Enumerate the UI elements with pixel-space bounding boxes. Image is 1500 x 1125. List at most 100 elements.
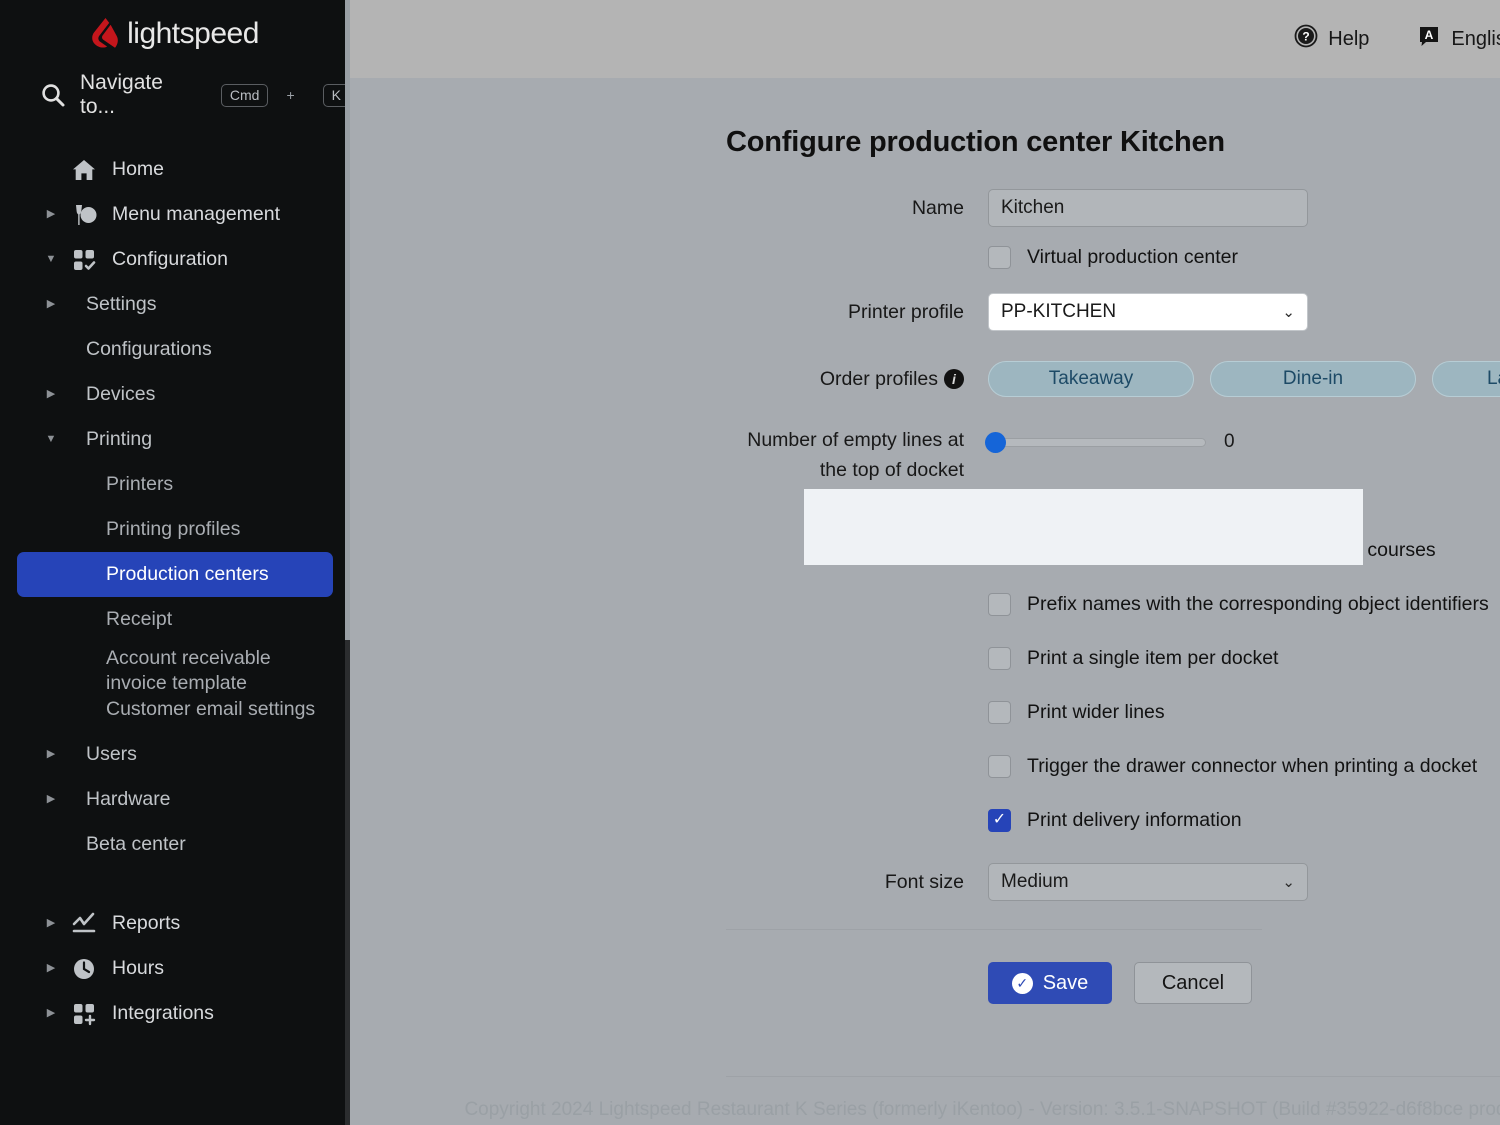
chevron-right-icon[interactable]: ▶ (38, 389, 64, 400)
empty-lines-value: 0 (1224, 431, 1235, 453)
font-size-label: Font size (733, 871, 988, 894)
drawer-connector-checkbox[interactable] (988, 755, 1011, 778)
translate-icon: A (1417, 24, 1441, 54)
printer-profile-select[interactable]: PP-KITCHEN ⌄ (988, 293, 1308, 331)
home-icon (70, 156, 98, 184)
sidebar-item-reports[interactable]: ▶ Reports (0, 901, 350, 946)
order-profiles-label: Order profiles i (733, 368, 988, 391)
sidebar-item-printing[interactable]: ▼ Printing (0, 417, 350, 462)
sidebar-item-devices[interactable]: ▶ Devices (0, 372, 350, 417)
delivery-information-label: Print delivery information (1027, 809, 1242, 832)
sidebar-item-users[interactable]: ▶ Users (0, 732, 350, 777)
wider-lines-checkbox[interactable] (988, 701, 1011, 724)
sidebar-item-label: Devices (86, 383, 155, 406)
cancel-button[interactable]: Cancel (1134, 962, 1252, 1004)
order-profiles-pills: Takeaway Dine-in Large party (988, 361, 1500, 397)
docket-options-group: ✓ Organize the content of the docket int… (350, 523, 1500, 847)
sidebar-item-hours[interactable]: ▶ Hours (0, 946, 350, 991)
chevron-right-icon[interactable]: ▶ (38, 1008, 64, 1019)
reports-icon (70, 910, 98, 938)
delivery-information-checkbox[interactable]: ✓ (988, 809, 1011, 832)
order-profile-pill-dine-in[interactable]: Dine-in (1210, 361, 1416, 397)
empty-lines-slider[interactable] (988, 438, 1206, 447)
navigate-to-search[interactable]: Navigate to... Cmd + K (0, 57, 350, 133)
sidebar-item-customer-email-settings[interactable]: Customer email settings (0, 687, 350, 732)
integrations-icon (70, 1000, 98, 1028)
sidebar-nav: ▶ Home ▶ Menu management ▼ (0, 147, 350, 1036)
empty-lines-label-line2: the top of docket (733, 455, 964, 485)
sidebar-item-hardware[interactable]: ▶ Hardware (0, 777, 350, 822)
chevron-right-icon[interactable]: ▶ (38, 209, 64, 220)
chevron-right-icon[interactable]: ▶ (38, 963, 64, 974)
chevron-down-icon[interactable]: ▼ (38, 254, 64, 265)
printer-profile-row: Printer profile PP-KITCHEN ⌄ (350, 293, 1500, 331)
font-size-row: Font size Medium ⌄ (350, 863, 1500, 901)
sidebar-item-label: Hardware (86, 788, 171, 811)
sidebar-item-label: Receipt (106, 608, 172, 631)
checkbox-row-drawer-connector[interactable]: Trigger the drawer connector when printi… (988, 739, 1500, 793)
sidebar-item-receipt[interactable]: Receipt (0, 597, 350, 642)
sidebar-item-label: Customer email settings (106, 698, 315, 721)
checkbox-row-wider-lines[interactable]: Print wider lines (988, 685, 1500, 739)
virtual-production-center-checkbox[interactable] (988, 246, 1011, 269)
sidebar-item-account-receivable-invoice-template[interactable]: Account receivable invoice template (0, 642, 350, 687)
search-icon (40, 82, 66, 108)
sidebar-item-label: Beta center (86, 833, 186, 856)
brand-name: lightspeed (127, 19, 259, 49)
sidebar-item-label: Printing profiles (106, 518, 240, 541)
topbar: ? Help A English (350, 0, 1500, 78)
empty-lines-slider-thumb[interactable] (985, 432, 1006, 453)
chevron-right-icon[interactable]: ▶ (38, 794, 64, 805)
main-area: ? Help A English Configure production ce… (350, 0, 1500, 1125)
chevron-right-icon[interactable]: ▶ (38, 299, 64, 310)
sidebar-item-printers[interactable]: Printers (0, 462, 350, 507)
save-button[interactable]: ✓ Save (988, 962, 1112, 1004)
info-icon[interactable]: i (944, 369, 964, 389)
svg-text:?: ? (1303, 30, 1310, 44)
printer-profile-highlight (804, 489, 1363, 565)
name-label: Name (733, 197, 988, 220)
sidebar-item-label: Printers (106, 473, 173, 496)
page-title: Configure production center Kitchen (726, 126, 1500, 159)
form-divider (726, 929, 1262, 930)
brand-logo[interactable]: lightspeed (0, 0, 350, 57)
svg-text:A: A (1425, 28, 1434, 42)
help-button[interactable]: ? Help (1294, 24, 1369, 54)
wider-lines-label: Print wider lines (1027, 701, 1165, 724)
sidebar-item-integrations[interactable]: ▶ Integrations (0, 991, 350, 1036)
order-profile-pill-takeaway[interactable]: Takeaway (988, 361, 1194, 397)
checkbox-row-prefix-names[interactable]: Prefix names with the corresponding obje… (988, 577, 1500, 631)
checkbox-row-delivery-information[interactable]: ✓ Print delivery information (988, 793, 1500, 847)
sidebar-item-printing-profiles[interactable]: Printing profiles (0, 507, 350, 552)
empty-lines-row: Number of empty lines at the top of dock… (350, 425, 1500, 485)
configuration-icon (70, 246, 98, 274)
single-item-label: Print a single item per docket (1027, 647, 1278, 670)
app-root: lightspeed Navigate to... Cmd + K ▶ Home (0, 0, 1500, 1125)
single-item-checkbox[interactable] (988, 647, 1011, 670)
sidebar-item-label: Reports (112, 912, 180, 935)
chevron-right-icon[interactable]: ▶ (38, 749, 64, 760)
font-size-select[interactable]: Medium ⌄ (988, 863, 1308, 901)
name-input[interactable] (988, 189, 1308, 227)
order-profile-pill-large-party[interactable]: Large party (1432, 361, 1500, 397)
check-circle-icon: ✓ (1012, 973, 1033, 994)
sidebar-item-home[interactable]: ▶ Home (0, 147, 350, 192)
sidebar-item-settings[interactable]: ▶ Settings (0, 282, 350, 327)
prefix-names-checkbox[interactable] (988, 593, 1011, 616)
sidebar-item-configurations[interactable]: ▶ Configurations (0, 327, 350, 372)
sidebar-item-menu-management[interactable]: ▶ Menu management (0, 192, 350, 237)
chevron-right-icon[interactable]: ▶ (38, 918, 64, 929)
virtual-production-center-row[interactable]: Virtual production center (988, 227, 1500, 287)
sidebar-item-beta-center[interactable]: ▶ Beta center (0, 822, 350, 867)
sidebar-item-production-centers[interactable]: Production centers (17, 552, 333, 597)
drawer-connector-label: Trigger the drawer connector when printi… (1027, 755, 1477, 778)
order-profiles-label-text: Order profiles (820, 368, 938, 390)
production-center-form: Name Virtual production center Printer p… (350, 189, 1500, 1004)
language-label: English (1451, 28, 1500, 51)
chevron-down-icon[interactable]: ▼ (38, 434, 64, 445)
language-selector[interactable]: A English (1417, 24, 1500, 54)
sidebar-item-configuration[interactable]: ▼ Configuration (0, 237, 350, 282)
navigate-to-label: Navigate to... (80, 71, 197, 119)
checkbox-row-single-item[interactable]: Print a single item per docket (988, 631, 1500, 685)
shortcut-cmd-key: Cmd (221, 84, 269, 107)
